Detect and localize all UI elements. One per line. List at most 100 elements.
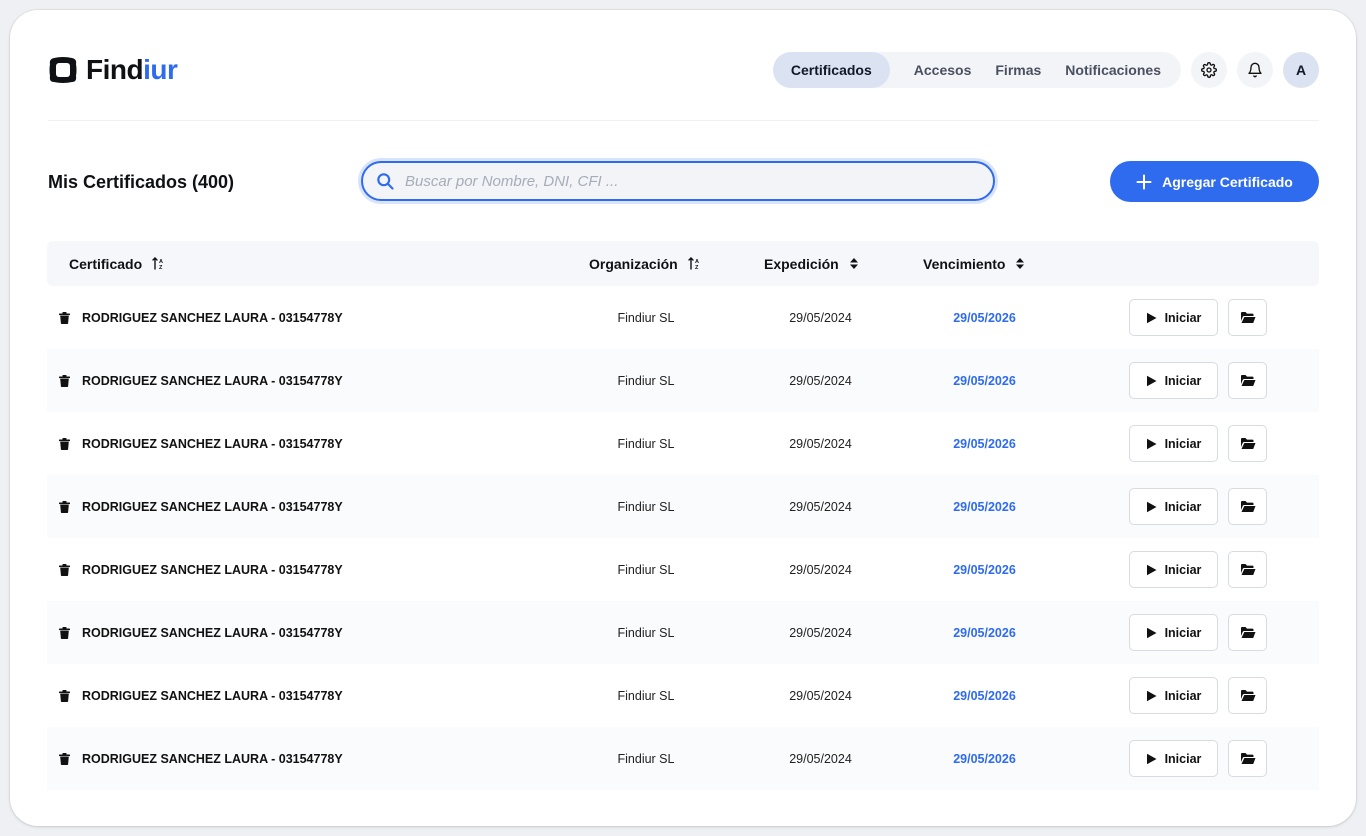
header-divider bbox=[48, 120, 1319, 121]
start-button[interactable]: Iniciar bbox=[1129, 488, 1218, 525]
certificate-cell: RODRIGUEZ SANCHEZ LAURA - 03154778Y bbox=[59, 538, 343, 601]
start-button[interactable]: Iniciar bbox=[1129, 677, 1218, 714]
open-folder-button[interactable] bbox=[1228, 425, 1267, 462]
organization-cell: Findiur SL bbox=[617, 625, 675, 640]
table-row: RODRIGUEZ SANCHEZ LAURA - 03154778Y Find… bbox=[47, 475, 1319, 538]
nav-item-firmas[interactable]: Firmas bbox=[983, 52, 1053, 88]
header: Findiur Certificados Accesos Firmas Noti… bbox=[48, 48, 1319, 92]
table-body: RODRIGUEZ SANCHEZ LAURA - 03154778Y Find… bbox=[47, 286, 1319, 790]
trash-icon[interactable] bbox=[59, 374, 70, 387]
issued-date-cell: 29/05/2024 bbox=[789, 499, 852, 514]
expiry-date-cell: 29/05/2026 bbox=[953, 499, 1016, 514]
table-row: RODRIGUEZ SANCHEZ LAURA - 03154778Y Find… bbox=[47, 727, 1319, 790]
search-box[interactable] bbox=[361, 161, 995, 201]
add-certificate-label: Agregar Certificado bbox=[1162, 173, 1293, 190]
issued-date-cell: 29/05/2024 bbox=[789, 751, 852, 766]
folder-open-icon bbox=[1240, 753, 1255, 764]
trash-icon[interactable] bbox=[59, 626, 70, 639]
search-icon bbox=[377, 173, 394, 190]
start-button[interactable]: Iniciar bbox=[1129, 740, 1218, 777]
certificate-name: RODRIGUEZ SANCHEZ LAURA - 03154778Y bbox=[82, 751, 343, 766]
issued-date-cell: 29/05/2024 bbox=[789, 373, 852, 388]
table-row: RODRIGUEZ SANCHEZ LAURA - 03154778Y Find… bbox=[47, 538, 1319, 601]
column-header-expedicion[interactable]: Expedición bbox=[764, 241, 859, 286]
organization-cell: Findiur SL bbox=[617, 499, 675, 514]
organization-cell: Findiur SL bbox=[617, 751, 675, 766]
column-header-vencimiento[interactable]: Vencimiento bbox=[923, 241, 1025, 286]
table-row: RODRIGUEZ SANCHEZ LAURA - 03154778Y Find… bbox=[47, 664, 1319, 727]
plus-icon bbox=[1136, 174, 1152, 189]
start-label: Iniciar bbox=[1164, 625, 1202, 640]
issued-date-cell: 29/05/2024 bbox=[789, 436, 852, 451]
table-header: Certificado A Z Organización A Z Expedic… bbox=[47, 241, 1319, 286]
trash-icon[interactable] bbox=[59, 437, 70, 450]
trash-icon[interactable] bbox=[59, 500, 70, 513]
trash-icon[interactable] bbox=[59, 563, 70, 576]
svg-text:Z: Z bbox=[159, 265, 163, 270]
issued-date-cell: 29/05/2024 bbox=[789, 688, 852, 703]
organization-cell: Findiur SL bbox=[617, 373, 675, 388]
open-folder-button[interactable] bbox=[1228, 488, 1267, 525]
table-row: RODRIGUEZ SANCHEZ LAURA - 03154778Y Find… bbox=[47, 601, 1319, 664]
folder-open-icon bbox=[1240, 312, 1255, 323]
nav-item-notificaciones[interactable]: Notificaciones bbox=[1053, 52, 1173, 88]
folder-open-icon bbox=[1240, 501, 1255, 512]
certificate-cell: RODRIGUEZ SANCHEZ LAURA - 03154778Y bbox=[59, 664, 343, 727]
header-right: Certificados Accesos Firmas Notificacion… bbox=[772, 52, 1319, 88]
start-button[interactable]: Iniciar bbox=[1129, 551, 1218, 588]
expiry-date-cell: 29/05/2026 bbox=[953, 688, 1016, 703]
certificate-name: RODRIGUEZ SANCHEZ LAURA - 03154778Y bbox=[82, 373, 343, 388]
start-button[interactable]: Iniciar bbox=[1129, 614, 1218, 651]
trash-icon[interactable] bbox=[59, 689, 70, 702]
search-input[interactable] bbox=[405, 172, 993, 190]
nav-item-certificados[interactable]: Certificados bbox=[772, 52, 890, 88]
start-button[interactable]: Iniciar bbox=[1129, 362, 1218, 399]
app-window: Findiur Certificados Accesos Firmas Noti… bbox=[10, 10, 1356, 826]
expiry-date-cell: 29/05/2026 bbox=[953, 310, 1016, 325]
bell-icon bbox=[1248, 62, 1262, 78]
start-button[interactable]: Iniciar bbox=[1129, 299, 1218, 336]
certificate-cell: RODRIGUEZ SANCHEZ LAURA - 03154778Y bbox=[59, 475, 343, 538]
start-label: Iniciar bbox=[1164, 751, 1202, 766]
notifications-button[interactable] bbox=[1237, 52, 1273, 88]
column-label: Vencimiento bbox=[923, 255, 1006, 272]
open-folder-button[interactable] bbox=[1228, 299, 1267, 336]
organization-cell: Findiur SL bbox=[617, 562, 675, 577]
add-certificate-button[interactable]: Agregar Certificado bbox=[1110, 161, 1319, 202]
logo-text: Findiur bbox=[86, 54, 178, 85]
open-folder-button[interactable] bbox=[1228, 362, 1267, 399]
play-icon bbox=[1146, 753, 1157, 764]
certificate-cell: RODRIGUEZ SANCHEZ LAURA - 03154778Y bbox=[59, 412, 343, 475]
nav-item-accesos[interactable]: Accesos bbox=[890, 52, 984, 88]
column-header-certificado[interactable]: Certificado A Z bbox=[69, 241, 165, 286]
issued-date-cell: 29/05/2024 bbox=[789, 310, 852, 325]
play-icon bbox=[1146, 501, 1157, 512]
folder-open-icon bbox=[1240, 690, 1255, 701]
sort-alpha-icon: A Z bbox=[687, 257, 699, 270]
open-folder-button[interactable] bbox=[1228, 740, 1267, 777]
column-header-organizacion[interactable]: Organización A Z bbox=[589, 241, 701, 286]
certificate-cell: RODRIGUEZ SANCHEZ LAURA - 03154778Y bbox=[59, 601, 343, 664]
play-icon bbox=[1146, 690, 1157, 701]
certificate-cell: RODRIGUEZ SANCHEZ LAURA - 03154778Y bbox=[59, 727, 343, 790]
organization-cell: Findiur SL bbox=[617, 310, 675, 325]
user-avatar[interactable]: A bbox=[1283, 52, 1319, 88]
trash-icon[interactable] bbox=[59, 752, 70, 765]
column-label: Expedición bbox=[764, 255, 839, 272]
trash-icon[interactable] bbox=[59, 311, 70, 324]
settings-button[interactable] bbox=[1191, 52, 1227, 88]
open-folder-button[interactable] bbox=[1228, 614, 1267, 651]
folder-open-icon bbox=[1240, 375, 1255, 386]
play-icon bbox=[1146, 564, 1157, 575]
expiry-date-cell: 29/05/2026 bbox=[953, 625, 1016, 640]
start-button[interactable]: Iniciar bbox=[1129, 425, 1218, 462]
start-label: Iniciar bbox=[1164, 373, 1202, 388]
gear-icon bbox=[1201, 62, 1217, 78]
expiry-date-cell: 29/05/2026 bbox=[953, 562, 1016, 577]
certificate-name: RODRIGUEZ SANCHEZ LAURA - 03154778Y bbox=[82, 625, 343, 640]
logo[interactable]: Findiur bbox=[48, 54, 178, 86]
open-folder-button[interactable] bbox=[1228, 551, 1267, 588]
expiry-date-cell: 29/05/2026 bbox=[953, 373, 1016, 388]
open-folder-button[interactable] bbox=[1228, 677, 1267, 714]
sort-updown-icon bbox=[1016, 258, 1025, 269]
